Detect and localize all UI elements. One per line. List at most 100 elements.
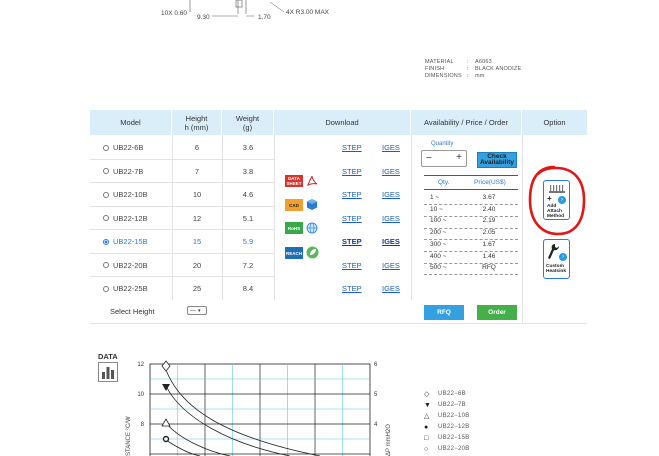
iges-download-link[interactable]: IGES: [382, 143, 400, 152]
legend-item: ● UB22−12B: [424, 422, 470, 432]
price-value: 1.46: [482, 252, 496, 260]
model-radio[interactable]: [103, 191, 109, 198]
qty-header: Qty.: [438, 179, 450, 186]
order-button[interactable]: Order: [477, 305, 517, 320]
iges-download-link[interactable]: IGES: [382, 284, 400, 293]
table-row[interactable]: UB22-20B 20 7.2: [90, 254, 275, 277]
cad-tag[interactable]: CAD: [285, 199, 303, 211]
legend-marker-icon: ◇: [424, 391, 430, 398]
datasheet-tag-label: DATA SHEET: [286, 176, 302, 186]
legend-item: △ UB22−10B: [424, 411, 470, 421]
price-qty: 10 ~: [430, 205, 443, 213]
custom-heatsink-button[interactable]: › Custom Heatsink: [543, 239, 570, 279]
datasheet-tag[interactable]: DATA SHEET: [285, 175, 303, 187]
cube-icon[interactable]: [306, 198, 318, 211]
table-row[interactable]: UB22-25B 25 8.4: [90, 277, 275, 300]
material-label: MATERIAL: [425, 59, 454, 65]
model-cell[interactable]: UB22-25B: [103, 277, 173, 300]
model-radio[interactable]: [103, 238, 109, 245]
header-model: Model: [90, 110, 172, 135]
check-availability-label: Check Availability: [479, 152, 515, 166]
table-row[interactable]: UB22-15B 15 5.9: [90, 230, 275, 253]
left-tick-label: 12: [137, 362, 144, 368]
model-cell[interactable]: UB22-15B: [103, 230, 173, 253]
legend-label: UB22−7B: [438, 402, 466, 408]
step-download-link[interactable]: STEP: [342, 167, 362, 176]
rfq-button-label: RFQ: [437, 309, 451, 316]
dimensions-value: mm: [475, 73, 485, 79]
model-radio[interactable]: [103, 262, 109, 268]
legend-marker-icon: □: [424, 434, 429, 442]
chart-data-icon[interactable]: [98, 362, 118, 382]
select-height-dropdown[interactable]: --- ▾: [187, 306, 207, 315]
price-row: 1 ~ 3.67: [424, 193, 518, 204]
arrow-right-icon: ›: [559, 253, 567, 261]
pdf-icon[interactable]: [306, 175, 318, 187]
iges-download-link[interactable]: IGES: [382, 190, 400, 199]
step-download-link[interactable]: STEP: [342, 261, 362, 270]
minus-button[interactable]: −: [426, 153, 432, 164]
dimension-930: 9.30: [197, 14, 210, 21]
iges-download-link[interactable]: IGES: [382, 237, 400, 246]
model-name: UB22-15B: [113, 237, 148, 246]
model-cell[interactable]: UB22-6B: [103, 136, 173, 159]
iges-download-link[interactable]: IGES: [382, 261, 400, 270]
price-value: 2.05: [482, 229, 496, 237]
step-download-link[interactable]: STEP: [342, 237, 362, 246]
price-table-top-line: [424, 175, 518, 176]
weight-cell: 4.6: [242, 190, 254, 199]
table-row[interactable]: UB22-7B 7 3.8: [90, 160, 275, 183]
legend-marker-icon: ●: [424, 423, 429, 431]
model-radio[interactable]: [103, 168, 109, 174]
model-cell[interactable]: UB22-10B: [103, 183, 173, 206]
quantity-stepper[interactable]: − +: [421, 150, 467, 167]
model-radio[interactable]: [103, 215, 109, 221]
material-spec: MATERIAL: A6063 FINISH: BLACK ANODIZE DIME…: [425, 59, 521, 80]
left-axis-label: STANCE °C/W: [126, 416, 132, 456]
model-cell[interactable]: UB22-20B: [103, 254, 173, 277]
header-download: Download: [274, 110, 411, 135]
weight-cell: 3.6: [242, 143, 254, 152]
iges-download-link[interactable]: IGES: [382, 214, 400, 223]
model-cell[interactable]: UB22-12B: [103, 207, 173, 230]
reach-tag[interactable]: REACH: [285, 247, 303, 259]
plus-button[interactable]: +: [456, 152, 462, 163]
step-download-link[interactable]: STEP: [342, 214, 362, 223]
model-name: UB22-25B: [113, 284, 148, 293]
column-divider: [411, 135, 412, 300]
model-radio[interactable]: [103, 285, 109, 292]
custom-heatsink-label: Custom Heatsink: [546, 264, 566, 274]
price-qty: 300 ~: [430, 240, 447, 248]
legend-label: UB22−10B: [438, 413, 470, 419]
legend-marker-icon: △: [424, 413, 430, 420]
model-radio[interactable]: [103, 144, 109, 151]
price-row: 300 ~ 1.67: [424, 240, 518, 251]
table-row[interactable]: UB22-6B 6 3.6: [90, 136, 275, 159]
step-download-link[interactable]: STEP: [342, 190, 362, 199]
annotation-circle: [528, 165, 586, 236]
column-divider: [522, 135, 523, 323]
height-cell: 10: [192, 190, 202, 199]
price-qty: 1 ~: [430, 194, 440, 201]
table-bottom-line: [90, 323, 587, 324]
select-height-value: ---: [190, 307, 196, 314]
right-tick-label: 5: [374, 392, 378, 398]
model-cell[interactable]: UB22-7B: [103, 160, 173, 183]
rohs-tag[interactable]: RoHS: [285, 222, 303, 234]
table-row[interactable]: UB22-12B 12 5.1: [90, 207, 275, 230]
legend-item: ○ UB22−20B: [424, 444, 470, 454]
price-qty: 500 ~: [430, 264, 447, 272]
legend-item: ▼ UB22−7B: [424, 400, 466, 410]
iges-download-link[interactable]: IGES: [382, 167, 400, 176]
table-row[interactable]: UB22-10B 10 4.6: [90, 183, 275, 206]
quantity-label: Quantity: [431, 141, 454, 147]
header-height: Height h (mm): [172, 110, 222, 135]
leaf-icon[interactable]: [306, 246, 319, 259]
rfq-button[interactable]: RFQ: [424, 305, 464, 320]
weight-cell: 5.9: [242, 237, 254, 246]
step-download-link[interactable]: STEP: [342, 284, 362, 293]
globe-icon[interactable]: [306, 222, 318, 234]
step-download-link[interactable]: STEP: [342, 143, 362, 152]
legend-label: UB22−15B: [438, 435, 470, 441]
check-availability-button[interactable]: Check Availability: [477, 152, 517, 168]
